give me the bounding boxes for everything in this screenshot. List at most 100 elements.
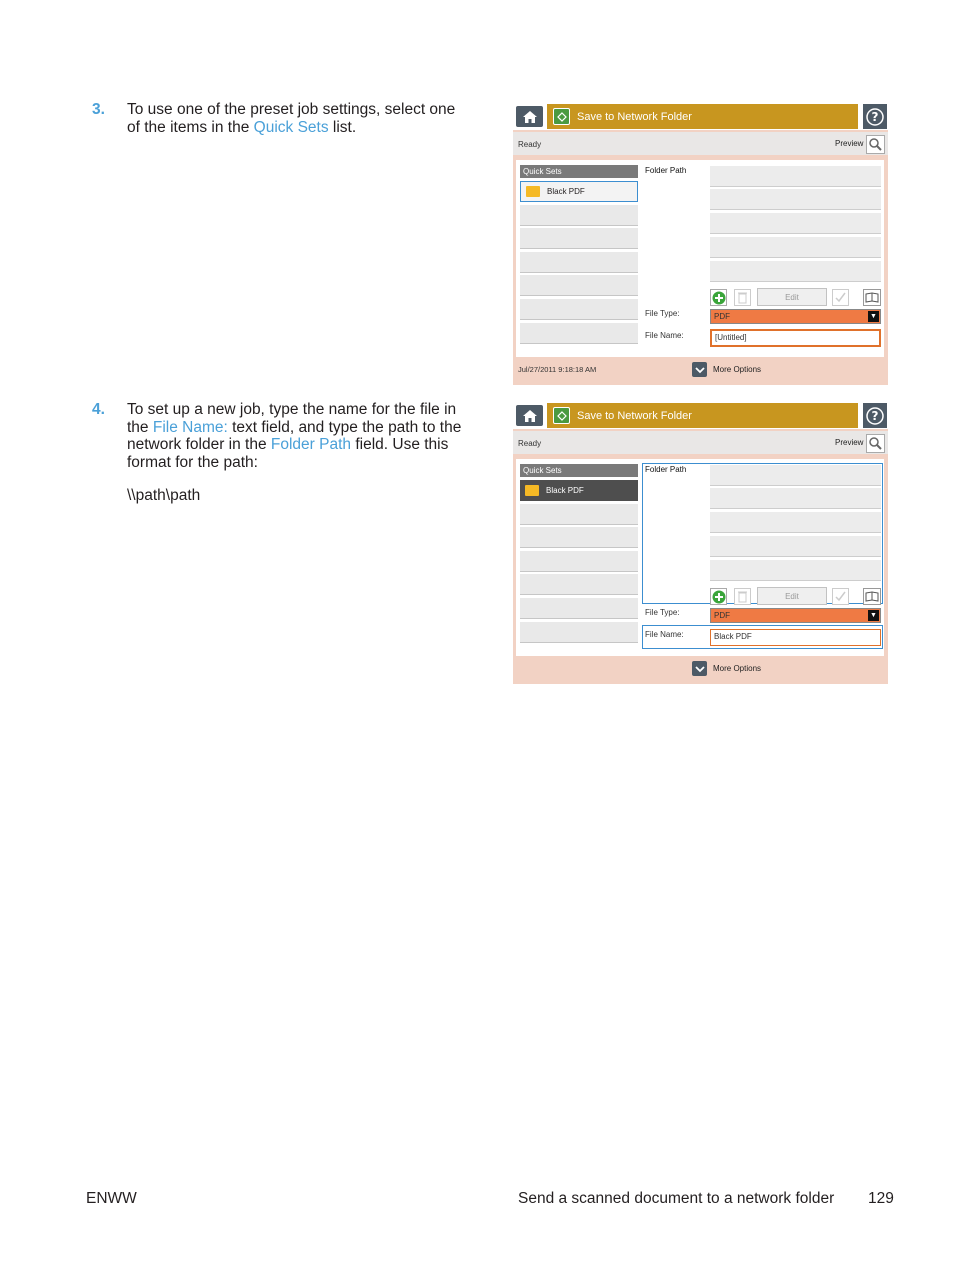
folder-path-row[interactable] (710, 189, 881, 210)
chevron-down-icon (692, 661, 707, 676)
edit-button[interactable]: Edit (757, 288, 827, 306)
screen-2: Save to Network Folder ? Ready Preview Q… (513, 402, 888, 684)
network-folder-icon (553, 108, 570, 125)
add-button[interactable] (710, 588, 727, 605)
home-icon (522, 409, 537, 422)
title-bar: Save to Network Folder (547, 104, 858, 129)
top-bar: Save to Network Folder ? (513, 103, 888, 130)
folder-path-label: Folder Path (645, 465, 687, 474)
chevron-down-icon (692, 362, 707, 377)
network-folder-icon (553, 407, 570, 424)
file-name-input[interactable]: [Untitled] (710, 329, 881, 347)
folder-path-row[interactable] (710, 488, 881, 509)
quick-sets-header: Quick Sets (520, 165, 638, 178)
trash-icon (738, 292, 747, 304)
preview-label: Preview (835, 139, 864, 148)
file-type-value: PDF (714, 611, 730, 620)
step-text: To set up a new job, type the name for t… (127, 401, 462, 505)
quick-set-empty[interactable] (520, 205, 638, 226)
quick-set-empty[interactable] (520, 622, 638, 643)
delete-button[interactable] (734, 588, 751, 605)
magnifier-icon (869, 437, 882, 450)
help-button[interactable]: ? (863, 403, 887, 428)
quick-set-empty[interactable] (520, 574, 638, 595)
quick-set-item[interactable]: Black PDF (520, 181, 638, 202)
quick-sets-header: Quick Sets (520, 464, 638, 477)
edit-button[interactable]: Edit (757, 587, 827, 605)
more-options-label: More Options (713, 664, 762, 673)
home-icon (522, 110, 537, 123)
checkmark-icon (835, 292, 846, 303)
more-options-button[interactable]: More Options (692, 661, 761, 676)
svg-text:?: ? (872, 409, 879, 423)
quick-set-empty[interactable] (520, 551, 638, 572)
status-text: Ready (518, 140, 542, 149)
folder-path-row[interactable] (710, 465, 881, 486)
delete-button[interactable] (734, 289, 751, 306)
quick-set-empty[interactable] (520, 504, 638, 525)
more-options-button[interactable]: More Options (692, 362, 761, 377)
quick-set-empty[interactable] (520, 527, 638, 548)
folder-path-row[interactable] (710, 237, 881, 258)
plus-icon (712, 590, 725, 603)
folder-path-link: Folder Path (270, 436, 352, 453)
folder-path-row[interactable] (710, 536, 881, 557)
preview-button[interactable] (866, 135, 885, 154)
footer-left: ENWW (86, 1190, 137, 1207)
folder-path-row[interactable] (710, 560, 881, 581)
home-button[interactable] (516, 405, 543, 426)
quick-set-empty[interactable] (520, 299, 638, 320)
dropdown-arrow-icon: ▼ (868, 311, 879, 322)
quick-set-empty[interactable] (520, 228, 638, 249)
home-button[interactable] (516, 106, 543, 127)
folder-path-row[interactable] (710, 166, 881, 187)
confirm-button[interactable] (832, 289, 849, 306)
file-name-label: File Name: (645, 630, 684, 639)
svg-text:?: ? (872, 110, 879, 124)
preview-button[interactable] (866, 434, 885, 453)
screen-title: Save to Network Folder (577, 409, 692, 422)
datetime: Jul/27/2011 9:18:18 AM (518, 365, 597, 374)
dropdown-arrow-icon: ▼ (868, 610, 879, 621)
step-4: 4. To set up a new job, type the name fo… (92, 401, 462, 505)
file-type-value: PDF (714, 312, 730, 321)
confirm-button[interactable] (832, 588, 849, 605)
file-name-input[interactable]: Black PDF (710, 629, 881, 646)
checkmark-icon (835, 591, 846, 602)
help-button[interactable]: ? (863, 104, 887, 129)
screen-1: Save to Network Folder ? Ready Preview Q… (513, 103, 888, 385)
path-format: \\path\path (127, 487, 201, 504)
folder-path-row[interactable] (710, 261, 881, 282)
file-name-label: File Name: (645, 331, 684, 340)
book-icon (865, 591, 879, 602)
file-type-select[interactable]: PDF ▼ (710, 608, 881, 623)
status-bar: Ready Preview (513, 132, 888, 155)
content-area: Quick Sets Black PDF Folder Path Edit Fi… (516, 459, 884, 656)
file-type-label: File Type: (645, 608, 680, 617)
address-book-button[interactable] (863, 588, 881, 605)
status-bar: Ready Preview (513, 431, 888, 454)
quick-set-item[interactable]: Black PDF (520, 480, 638, 501)
quick-set-empty[interactable] (520, 275, 638, 296)
folder-path-row[interactable] (710, 213, 881, 234)
folder-path-row[interactable] (710, 512, 881, 533)
status-text: Ready (518, 439, 542, 448)
magnifier-icon (869, 138, 882, 151)
file-type-select[interactable]: PDF ▼ (710, 309, 881, 324)
quick-set-empty[interactable] (520, 598, 638, 619)
step-text: To use one of the preset job settings, s… (127, 101, 462, 136)
quick-sets-link: Quick Sets (253, 118, 329, 136)
quick-set-empty[interactable] (520, 323, 638, 344)
step-3: 3. To use one of the preset job settings… (92, 101, 462, 136)
address-book-button[interactable] (863, 289, 881, 306)
top-bar: Save to Network Folder ? (513, 402, 888, 429)
add-button[interactable] (710, 289, 727, 306)
help-icon: ? (866, 107, 884, 126)
plus-icon (712, 291, 725, 304)
step-text-part: list. (328, 118, 357, 136)
footer-section: Send a scanned document to a network fol… (518, 1190, 835, 1207)
preview-label: Preview (835, 438, 864, 447)
quick-set-empty[interactable] (520, 252, 638, 273)
folder-path-label: Folder Path (645, 166, 687, 175)
title-bar: Save to Network Folder (547, 403, 858, 428)
